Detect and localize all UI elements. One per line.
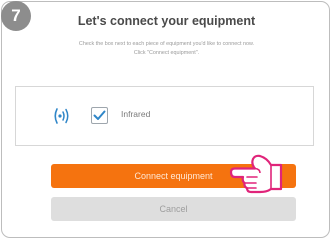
connect-equipment-label: Connect equipment	[134, 171, 213, 181]
dialog-title: Let's connect your equipment	[77, 14, 256, 28]
pointing-hand-icon	[229, 154, 283, 194]
equipment-label-infrared: Infrared	[121, 109, 151, 119]
checkmark-icon	[93, 110, 106, 120]
instruction-line-2: Click "Connect equipment".	[133, 49, 200, 56]
cancel-label: Cancel	[159, 204, 188, 214]
instruction-line-1: Check the box next to each piece of equi…	[78, 41, 255, 47]
infrared-checkbox[interactable]	[91, 107, 108, 124]
step-badge: 7	[1, 1, 31, 31]
cancel-button[interactable]: Cancel	[51, 197, 296, 221]
instruction-text: Check the box next to each piece of equi…	[0, 40, 333, 57]
infrared-signal-icon	[54, 108, 69, 124]
step-number: 7	[11, 6, 21, 25]
